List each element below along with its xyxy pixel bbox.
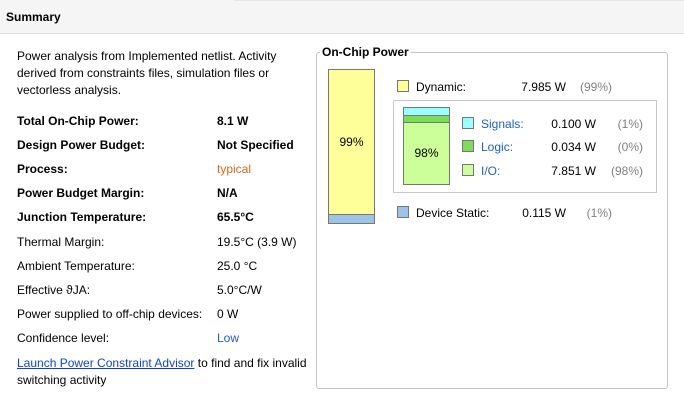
row-label: Power supplied to off-chip devices:: [17, 307, 203, 321]
effective-theta-row: Effective ϑJA: 5.0°C/W: [17, 283, 317, 299]
dynamic-percent: (99%): [579, 80, 612, 94]
row-label: Design Power Budget:: [17, 138, 146, 152]
summary-header: Summary: [0, 0, 684, 34]
confidence-row: Confidence level: Low: [17, 331, 317, 347]
power-budget-row: Design Power Budget: Not Specified: [17, 138, 317, 154]
row-label: Junction Temperature:: [17, 210, 147, 224]
advisor-note: Launch Power Constraint Advisor to find …: [17, 355, 307, 389]
dynamic-swatch: [397, 80, 409, 92]
io-link[interactable]: I/O:: [481, 164, 500, 178]
signals-value: 0.100 W: [551, 117, 596, 131]
io-percent: (98%): [610, 164, 643, 178]
budget-margin-value: N/A: [217, 186, 238, 200]
breakdown-bar-percent: 98%: [414, 146, 439, 160]
total-power-bar: 99%: [328, 69, 375, 224]
signals-percent: (1%): [617, 117, 643, 131]
effective-theta-value: 5.0°C/W: [217, 283, 262, 297]
row-label: Process:: [17, 162, 68, 176]
signals-bar-segment: [404, 108, 449, 116]
power-budget-value: Not Specified: [217, 138, 294, 152]
signals-swatch: [462, 117, 474, 129]
dynamic-breakdown-bar: 98%: [403, 107, 450, 185]
device-static-value: 0.115 W: [522, 206, 566, 220]
logic-bar-segment: [404, 116, 449, 123]
signals-link[interactable]: Signals:: [481, 117, 524, 131]
device-static-label: Device Static:: [416, 206, 490, 220]
thermal-margin-row: Thermal Margin: 19.5°C (3.9 W): [17, 235, 317, 251]
row-label: Thermal Margin:: [17, 235, 105, 249]
offchip-power-row: Power supplied to off-chip devices: 0 W: [17, 307, 317, 323]
junction-temp-value: 65.5°C: [217, 210, 254, 224]
logic-swatch: [462, 140, 474, 152]
device-static-percent: (1%): [586, 206, 612, 220]
offchip-power-value: 0 W: [217, 307, 239, 321]
power-constraint-advisor-link[interactable]: Launch Power Constraint Advisor: [17, 356, 194, 370]
device-static-swatch: [397, 206, 409, 218]
analysis-description: Power analysis from Implemented netlist.…: [17, 49, 277, 97]
row-label: Power Budget Margin:: [17, 186, 145, 200]
static-bar-segment: [329, 214, 374, 223]
logic-link[interactable]: Logic:: [481, 140, 513, 154]
total-bar-percent: 99%: [339, 135, 364, 149]
total-power-value: 8.1 W: [217, 114, 249, 128]
dynamic-value: 7.985 W: [521, 80, 566, 94]
row-label: Total On-Chip Power:: [17, 114, 139, 128]
row-label: Ambient Temperature:: [17, 259, 135, 273]
row-label: Confidence level:: [17, 331, 110, 345]
io-value: 7.851 W: [551, 164, 596, 178]
thermal-margin-value: 19.5°C (3.9 W): [217, 235, 297, 249]
header-divider: [234, 0, 684, 1]
row-label: Effective ϑJA:: [17, 283, 91, 297]
budget-margin-row: Power Budget Margin: N/A: [17, 186, 317, 202]
ambient-temp-value: 25.0 °C: [217, 259, 258, 273]
dynamic-label: Dynamic:: [416, 80, 467, 94]
io-swatch: [462, 164, 474, 176]
confidence-value-link[interactable]: Low: [217, 331, 239, 345]
on-chip-power-title: On-Chip Power: [320, 45, 411, 59]
junction-temp-row: Junction Temperature: 65.5°C: [17, 210, 317, 226]
ambient-temp-row: Ambient Temperature: 25.0 °C: [17, 259, 317, 275]
process-value-link[interactable]: typical: [217, 162, 251, 176]
process-row: Process: typical: [17, 162, 317, 178]
page-title: Summary: [6, 10, 61, 24]
logic-percent: (0%): [617, 140, 643, 154]
logic-value: 0.034 W: [551, 140, 596, 154]
total-power-row: Total On-Chip Power: 8.1 W: [17, 114, 317, 130]
